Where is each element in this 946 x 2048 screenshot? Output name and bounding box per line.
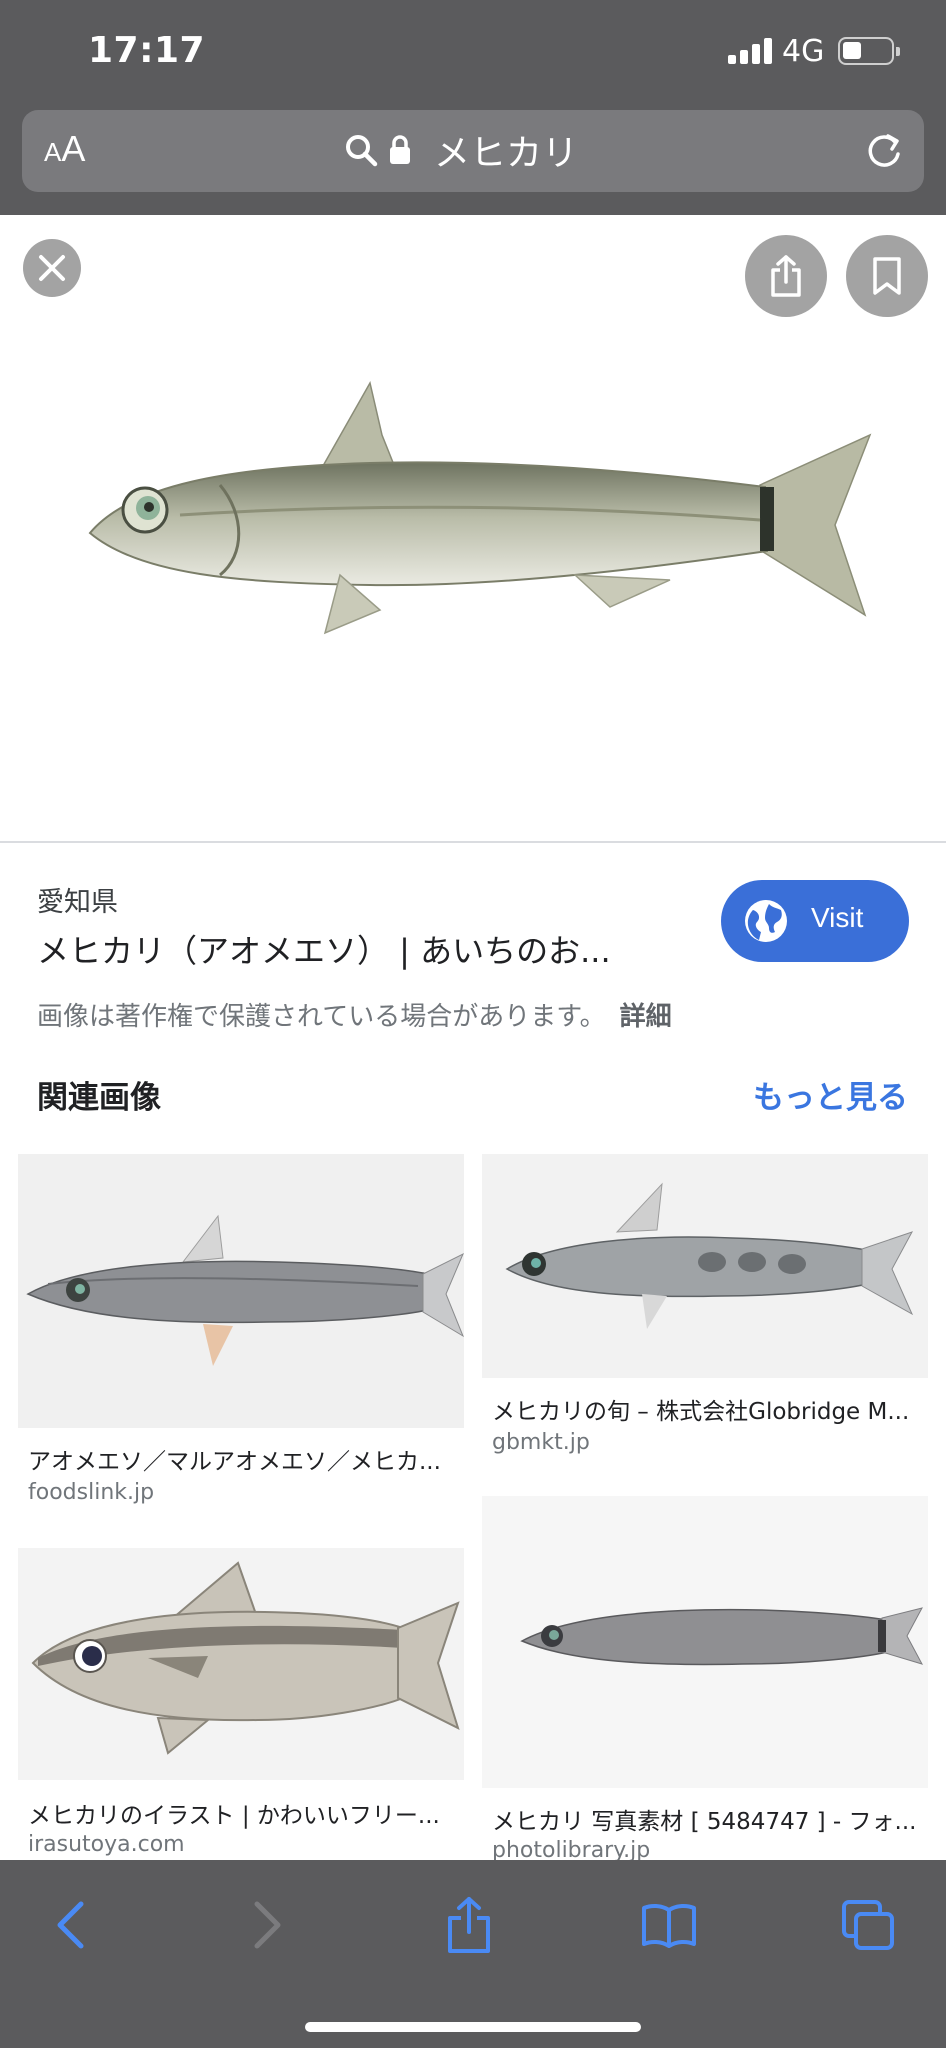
home-indicator[interactable]: [305, 2022, 641, 2032]
details-link[interactable]: 詳細: [620, 1002, 672, 1032]
address-text: メヒカリ: [434, 133, 579, 174]
related-title: メヒカリの旬 – 株式会社Globridge M...: [492, 1399, 910, 1425]
fish-illustration: [31, 1561, 460, 1755]
source-label: 愛知県: [37, 887, 118, 918]
tabs-button[interactable]: [833, 1890, 903, 1960]
related-title: メヒカリのイラスト | かわいいフリー...: [28, 1803, 440, 1829]
share-icon: [448, 1897, 490, 1953]
related-card[interactable]: メヒカリの旬 – 株式会社Globridge M... gbmkt.jp: [482, 1154, 928, 1455]
back-icon: [57, 1901, 84, 1949]
related-thumbnail[interactable]: [18, 1154, 464, 1428]
visit-label: Visit: [811, 902, 864, 933]
address-bar[interactable]: AA メヒカリ: [22, 110, 924, 192]
forward-icon: [254, 1901, 281, 1949]
related-title: アオメエソ／マルアオメエソ／メヒカ...: [28, 1449, 441, 1475]
related-images-heading: 関連画像: [37, 1080, 161, 1116]
browser-top-bar: 17:17 4G AA メヒカリ: [0, 0, 946, 215]
close-button[interactable]: [23, 239, 81, 297]
address-field[interactable]: メヒカリ: [344, 124, 578, 176]
reload-icon[interactable]: [862, 128, 906, 172]
related-site: irasutoya.com: [28, 1832, 185, 1857]
text-size-button[interactable]: AA: [44, 128, 85, 170]
bookmark-button[interactable]: [846, 235, 928, 317]
share-icon: [771, 255, 801, 297]
related-card[interactable]: メヒカリ 写真素材 [ 5484747 ] - フォ... photolibra…: [482, 1496, 928, 1863]
fish-photo: [505, 1182, 914, 1329]
search-icon: [346, 135, 378, 167]
cellular-signal-icon: [728, 38, 772, 64]
related-title: メヒカリ 写真素材 [ 5484747 ] - フォ...: [492, 1809, 917, 1835]
network-type: 4G: [782, 34, 825, 69]
forward-button[interactable]: [233, 1890, 303, 1960]
bookmark-icon: [873, 257, 901, 295]
bookmarks-button[interactable]: [634, 1890, 704, 1960]
fish-image: [88, 380, 872, 635]
browser-toolbar: [0, 1860, 946, 2048]
copyright-notice: 画像は著作権で保護されている場合があります。 詳細: [37, 996, 672, 1033]
share-button[interactable]: [745, 235, 827, 317]
fish-photo: [520, 1607, 924, 1666]
image-viewer: [0, 215, 946, 843]
result-title[interactable]: メヒカリ（アオメエソ） | あいちのお...: [37, 926, 637, 972]
related-site: gbmkt.jp: [492, 1430, 590, 1455]
visit-button[interactable]: Visit: [721, 880, 909, 962]
battery-icon: [838, 37, 900, 65]
related-thumbnail[interactable]: [482, 1154, 928, 1378]
close-icon: [39, 255, 65, 281]
back-button[interactable]: [35, 1890, 105, 1960]
book-icon: [642, 1903, 696, 1948]
copyright-text: 画像は著作権で保護されている場合があります。: [37, 1002, 606, 1032]
lock-icon: [390, 135, 410, 164]
status-time: 17:17: [88, 30, 206, 71]
fish-photo: [26, 1214, 464, 1366]
related-thumbnail[interactable]: [18, 1548, 464, 1780]
related-card[interactable]: アオメエソ／マルアオメエソ／メヒカ... foodslink.jp: [18, 1154, 464, 1510]
related-card[interactable]: メヒカリのイラスト | かわいいフリー... irasutoya.com: [18, 1548, 464, 1858]
more-link[interactable]: もっと見る: [753, 1072, 908, 1117]
tabs-icon: [842, 1900, 894, 1950]
share-toolbar-button[interactable]: [434, 1890, 504, 1960]
globe-icon: [745, 900, 787, 942]
related-site: foodslink.jp: [28, 1480, 155, 1505]
related-thumbnail[interactable]: [482, 1496, 928, 1788]
